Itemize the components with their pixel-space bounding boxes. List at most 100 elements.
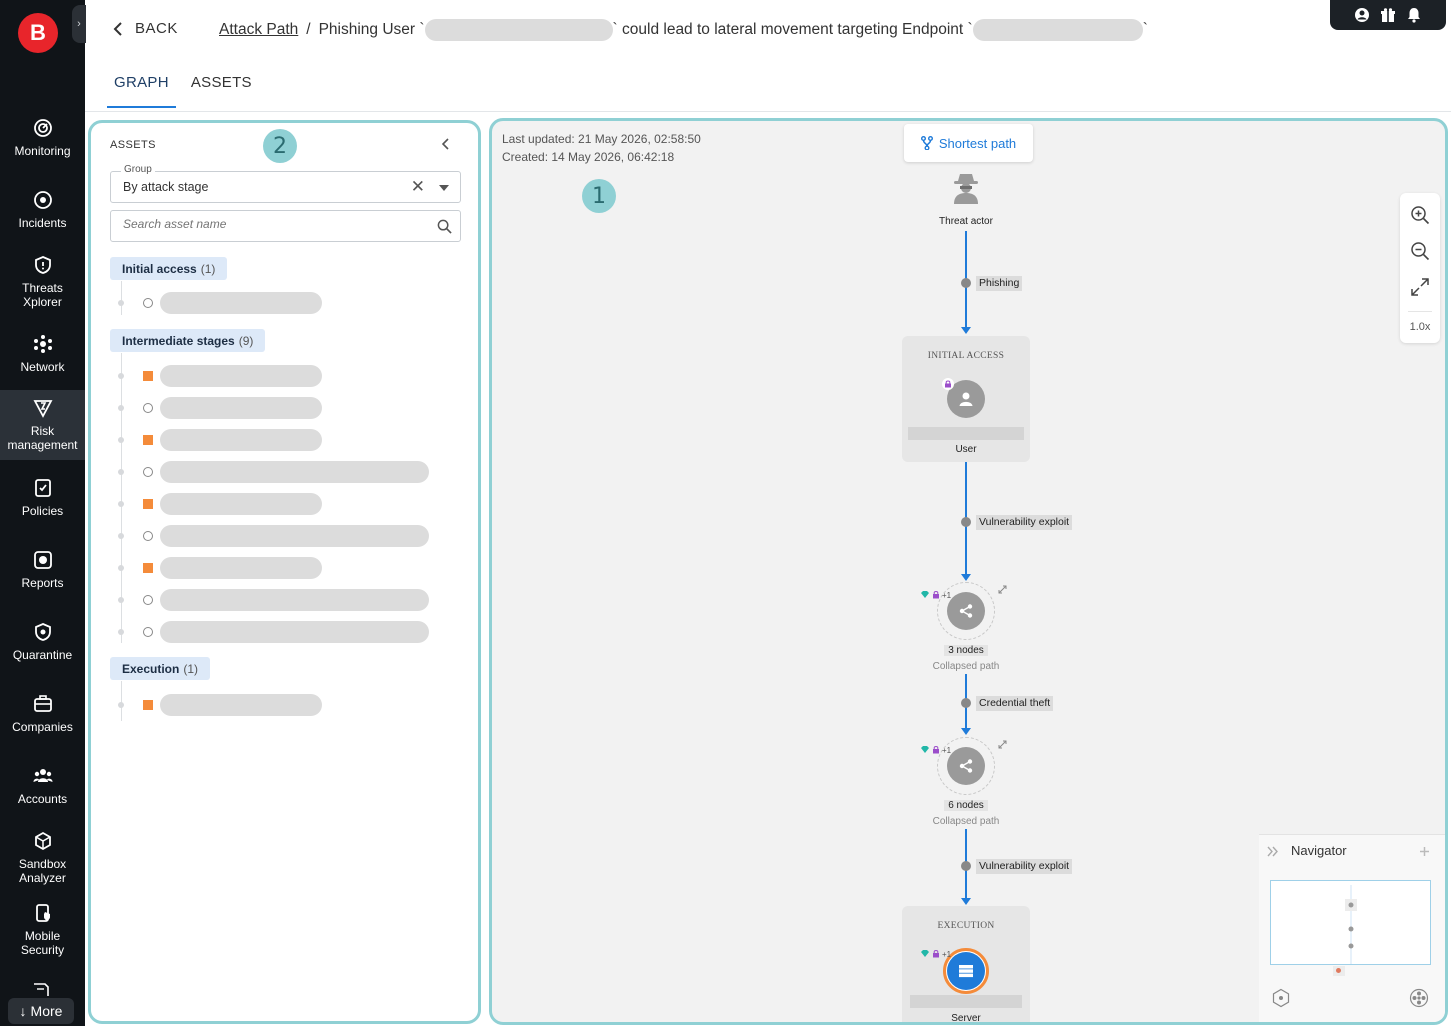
- gem-icon: [920, 745, 930, 756]
- stage-count: (1): [183, 661, 199, 676]
- threat-actor-icon[interactable]: [950, 171, 982, 205]
- tree-dot: [118, 629, 124, 635]
- sidebar-item-risk-management[interactable]: Risk management: [0, 390, 85, 460]
- minimap-exec-node: [1336, 968, 1341, 973]
- edge-dot[interactable]: [961, 861, 971, 871]
- group-value: By attack stage: [123, 180, 209, 194]
- zoom-out-icon[interactable]: [1410, 241, 1430, 261]
- sidebar-item-incidents[interactable]: Incidents: [0, 190, 85, 242]
- initial-access-card[interactable]: INITIAL ACCESS User: [902, 336, 1030, 462]
- graph-layout-icon[interactable]: [1271, 988, 1291, 1008]
- shortest-path-button[interactable]: Shortest path: [904, 124, 1033, 162]
- stage-chip-initial-access[interactable]: Initial access (1): [110, 257, 228, 280]
- back-button[interactable]: BACK: [113, 20, 178, 37]
- sidebar-item-network[interactable]: Network: [0, 334, 85, 386]
- node-badges: +1: [920, 949, 951, 960]
- collapsed-path-label: Collapsed path: [932, 816, 1000, 827]
- stage-name: Execution: [122, 661, 180, 676]
- collapsed-path-node[interactable]: [947, 747, 985, 785]
- edge-label[interactable]: Credential theft: [976, 696, 1054, 711]
- expand-sidebar-button[interactable]: ›: [72, 5, 86, 43]
- sidebar-item-companies[interactable]: Companies: [0, 694, 85, 746]
- asset-search-field[interactable]: [110, 210, 461, 242]
- edge-label[interactable]: Vulnerability exploit: [976, 515, 1073, 530]
- companies-icon: [33, 695, 52, 712]
- breadcrumb-link-attack-path[interactable]: Attack Path: [219, 21, 298, 39]
- callout-badge: 1: [582, 179, 616, 213]
- double-chevron-right-icon[interactable]: [1267, 846, 1279, 857]
- user-icon: [959, 392, 973, 406]
- redacted-asset-name: [160, 621, 429, 643]
- edge-label[interactable]: Phishing: [976, 276, 1023, 291]
- attack-path-graph[interactable]: Last updated: 21 May 2026, 02:58:50 Crea…: [489, 118, 1448, 1025]
- sidebar-item-accounts[interactable]: Accounts: [0, 766, 85, 818]
- stage-count: (9): [238, 333, 254, 348]
- endpoint-asset-icon: [143, 563, 153, 573]
- expand-icon[interactable]: [998, 740, 1007, 749]
- gift-icon[interactable]: [1380, 7, 1396, 23]
- callout-badge: 2: [263, 129, 297, 163]
- fit-screen-icon[interactable]: [1410, 277, 1430, 297]
- navigator-panel: Navigator: [1259, 834, 1445, 1022]
- collapsed-node-count: 3 nodes: [944, 645, 988, 656]
- stage-chip-intermediate-stages[interactable]: Intermediate stages (9): [110, 329, 266, 352]
- user-account-icon[interactable]: [1354, 7, 1370, 23]
- edge-dot[interactable]: [961, 278, 971, 288]
- assets-panel: ASSETS 2 Group By attack stage ✕ Initial…: [88, 120, 481, 1024]
- collapse-panel-button[interactable]: [441, 137, 450, 153]
- branch-icon: [920, 136, 933, 150]
- search-icon[interactable]: [437, 219, 452, 234]
- mobile-security-icon: [35, 904, 50, 922]
- plus-icon[interactable]: [1419, 846, 1430, 857]
- brand-logo[interactable]: B: [18, 13, 58, 53]
- sidebar-item-label: Accounts: [17, 792, 68, 806]
- sidebar-item-label: Incidents: [18, 216, 67, 230]
- sidebar-item-reports[interactable]: Reports: [0, 550, 85, 602]
- tab-graph[interactable]: GRAPH: [107, 68, 176, 108]
- clear-icon[interactable]: ✕: [411, 177, 425, 197]
- sidebar-item-sandbox-analyzer[interactable]: Sandbox Analyzer: [0, 831, 85, 893]
- sidebar-item-quarantine[interactable]: Quarantine: [0, 622, 85, 674]
- edge-label[interactable]: Vulnerability exploit: [976, 859, 1073, 874]
- cluster-view-icon[interactable]: [1409, 988, 1429, 1008]
- chevron-left-icon: [441, 138, 449, 150]
- sidebar-item-monitoring[interactable]: Monitoring: [0, 118, 85, 170]
- tab-assets[interactable]: ASSETS: [184, 68, 259, 108]
- sidebar-item-label: Reports: [21, 576, 64, 590]
- tree-dot: [118, 405, 124, 411]
- edge-arrow: [961, 574, 971, 581]
- navigator-minimap[interactable]: [1270, 880, 1431, 965]
- group-select[interactable]: Group By attack stage ✕: [110, 164, 461, 203]
- tree-dot: [118, 597, 124, 603]
- tree-connector: [121, 681, 122, 721]
- sidebar-item-mobile-security[interactable]: Mobile Security: [0, 903, 85, 965]
- sidebar-item-policies[interactable]: Policies: [0, 478, 85, 530]
- top-icon-bar: [1330, 0, 1446, 30]
- stage-chip-execution[interactable]: Execution (1): [110, 657, 211, 680]
- expand-icon[interactable]: [998, 585, 1007, 594]
- bell-icon[interactable]: [1406, 7, 1422, 23]
- monitoring-icon: [33, 119, 52, 137]
- collapsed-path-node[interactable]: [947, 592, 985, 630]
- breadcrumb: Attack Path / Phishing User ` ` could le…: [219, 19, 1148, 41]
- redacted-node-name: [910, 995, 1022, 1008]
- tree-dot: [118, 437, 124, 443]
- redacted-user-name: [424, 19, 613, 41]
- stage-name: Intermediate stages: [122, 333, 235, 348]
- edge-dot[interactable]: [961, 517, 971, 527]
- execution-card[interactable]: EXECUTION +1 Server: [902, 906, 1030, 1022]
- chevron-down-icon[interactable]: [439, 185, 449, 191]
- shield-icon: [34, 256, 51, 274]
- sidebar-item-threats-xplorer[interactable]: Threats Xplorer: [0, 255, 85, 317]
- sidebar-item-label: Companies: [12, 720, 73, 734]
- zoom-in-icon[interactable]: [1410, 205, 1430, 225]
- user-label: User: [955, 444, 977, 455]
- edge-dot[interactable]: [961, 698, 971, 708]
- sidebar-item-label: Risk management: [7, 424, 78, 452]
- arrow-down-icon: ↓: [19, 1003, 27, 1019]
- redacted-asset-name: [160, 365, 322, 387]
- more-button[interactable]: ↓ More: [8, 998, 74, 1024]
- tree-dot: [118, 565, 124, 571]
- server-node[interactable]: [947, 952, 985, 990]
- asset-search-input[interactable]: [123, 217, 423, 231]
